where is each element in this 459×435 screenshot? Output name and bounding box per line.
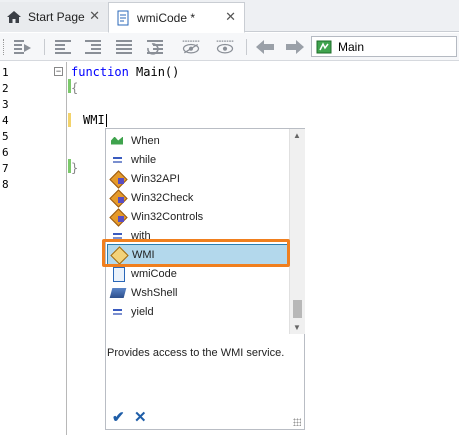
completion-item[interactable]: When: [107, 131, 289, 150]
line-number: 3: [2, 98, 9, 111]
comment-block-icon[interactable]: [114, 38, 134, 56]
object-icon: [110, 209, 126, 225]
function-signature: Main(): [128, 65, 180, 79]
tab-wmicode-label: wmiCode *: [137, 10, 196, 25]
line-number: 5: [2, 130, 9, 143]
completion-item[interactable]: Win32Check: [107, 188, 289, 207]
resize-grip-icon[interactable]: [293, 418, 301, 426]
function-icon: [316, 40, 332, 53]
keyword-icon: [110, 152, 126, 168]
home-icon: [7, 11, 21, 23]
snippet-icon: [110, 133, 126, 149]
toolbar-separator: [246, 39, 247, 55]
completion-item[interactable]: Win32Controls: [107, 207, 289, 226]
code-completion-popup: When while Win32API Win32Check Win32Cont…: [105, 128, 305, 430]
confirm-check-icon[interactable]: ✔: [112, 408, 125, 426]
line-number: 1: [2, 66, 9, 79]
line-number: 4: [2, 114, 9, 127]
back-arrow-icon[interactable]: [253, 38, 277, 56]
completion-item[interactable]: Win32API: [107, 169, 289, 188]
completion-item[interactable]: while: [107, 150, 289, 169]
completion-scrollbar[interactable]: ▲ ▼: [289, 129, 305, 334]
tab-wmicode[interactable]: wmiCode * ✕: [108, 2, 245, 33]
line-number: 7: [2, 162, 9, 175]
completion-item[interactable]: yield: [107, 302, 289, 321]
code-line-1: function Main(): [71, 65, 179, 79]
line-number: 6: [2, 146, 9, 159]
line-number: 2: [2, 82, 9, 95]
uncomment-block-icon[interactable]: [145, 38, 165, 56]
toggle-whitespace-icon[interactable]: [181, 38, 201, 56]
scroll-up-icon[interactable]: ▲: [293, 131, 301, 140]
document-icon: [117, 10, 129, 25]
scroll-down-icon[interactable]: ▼: [293, 323, 301, 332]
selection-highlight-box: [102, 239, 290, 267]
shell-object-icon: [110, 285, 126, 301]
cancel-x-icon[interactable]: ✕: [134, 408, 147, 426]
code-line-4: WMI: [83, 113, 105, 127]
tab-bar: Start Page ✕ wmiCode * ✕: [0, 0, 459, 33]
tab-start-page[interactable]: Start Page ✕: [0, 2, 108, 32]
indent-right-icon[interactable]: [83, 38, 103, 56]
text-caret: [106, 114, 107, 127]
modified-marker: [68, 113, 71, 127]
scroll-thumb[interactable]: [293, 300, 302, 318]
gutter-divider: [66, 62, 67, 435]
forward-arrow-icon[interactable]: [283, 38, 307, 56]
run-to-cursor-icon[interactable]: [12, 38, 32, 56]
toolbar-gripper[interactable]: [3, 39, 6, 55]
completion-description: Provides access to the WMI service.: [107, 347, 285, 359]
keyword-icon: [110, 304, 126, 320]
tab-start-page-label: Start Page: [28, 10, 85, 24]
close-icon[interactable]: ✕: [225, 10, 236, 24]
procedure-combo[interactable]: Main: [311, 36, 457, 57]
keyword-function: function: [71, 65, 129, 79]
line-number: 8: [2, 178, 9, 191]
code-line-7: }: [71, 161, 79, 175]
view-eye-icon[interactable]: [215, 38, 235, 56]
close-icon[interactable]: ✕: [89, 9, 100, 23]
procedure-combo-value: Main: [338, 39, 365, 54]
code-line-2: {: [71, 81, 79, 95]
completion-list[interactable]: When while Win32API Win32Check Win32Cont…: [106, 129, 290, 334]
completion-item[interactable]: WshShell: [107, 283, 289, 302]
unit-icon: [110, 266, 126, 282]
fold-toggle-icon[interactable]: −: [54, 67, 63, 76]
toolbar-separator: [44, 39, 45, 55]
object-icon: [110, 190, 126, 206]
indent-left-icon[interactable]: [53, 38, 73, 56]
object-icon: [110, 171, 126, 187]
